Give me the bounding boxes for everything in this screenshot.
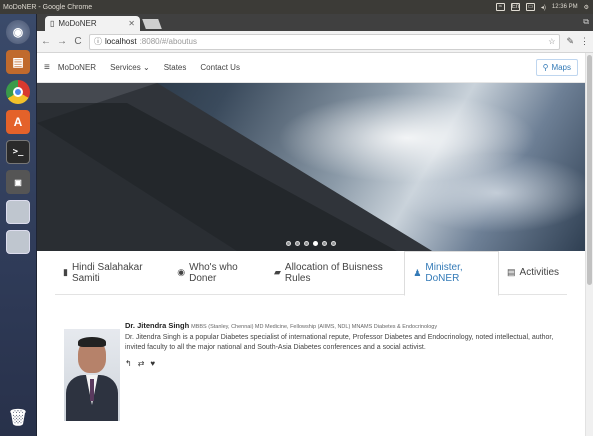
toolbar: ← → C ⓘ localhost:8080/#/aboutus ☆ ✎ ⋮	[37, 31, 593, 53]
reload-icon[interactable]: C	[73, 36, 83, 47]
url-host: localhost	[105, 37, 137, 46]
retweet-icon[interactable]: ⇄	[138, 358, 145, 370]
chrome-icon[interactable]	[6, 80, 30, 104]
page-icon: ▯	[50, 19, 55, 28]
scrollbar-thumb[interactable]	[587, 55, 592, 285]
software-center-icon[interactable]: A	[6, 110, 30, 134]
tab-label: Hindi Salahakar Samiti	[71, 261, 143, 284]
page-scrollbar[interactable]	[585, 53, 593, 436]
drive-icon[interactable]	[6, 230, 30, 254]
hero-image	[37, 83, 432, 251]
services-dropdown[interactable]: Services ⌄	[110, 63, 150, 72]
maps-label: Maps	[551, 63, 571, 72]
trash-icon[interactable]: 🗑	[6, 406, 30, 430]
tab-who-s-who-doner[interactable]: ◉ Who's who Doner	[169, 251, 266, 295]
minister-description: Dr. Jitendra Singh is a popular Diabetes…	[125, 334, 554, 352]
carousel-dot[interactable]	[286, 241, 291, 246]
reply-icon[interactable]: ↰	[125, 358, 132, 370]
carousel-dot[interactable]	[304, 241, 309, 246]
volume-icon[interactable]: ◂)	[541, 4, 546, 11]
os-top-panel: MoDoNER - Google Chrome ≈ En ▭ ◂) 12:36 …	[0, 0, 593, 14]
chevron-down-icon: ⌄	[143, 63, 150, 72]
ubuntu-dash-icon[interactable]: ◉	[6, 20, 30, 44]
extension-icon[interactable]: ✎	[566, 36, 574, 47]
terminal-icon[interactable]: >_	[6, 140, 30, 164]
carousel-indicators	[37, 241, 585, 246]
tab-label: Activities	[519, 267, 559, 278]
tab-label: Who's who Doner	[189, 261, 238, 284]
bookmark-star-icon[interactable]: ☆	[548, 37, 555, 46]
carousel-dot[interactable]	[313, 241, 318, 246]
heart-icon[interactable]: ♥	[150, 358, 155, 370]
hero-carousel[interactable]	[37, 83, 585, 251]
tab-label: Minister, DoNER	[425, 262, 463, 284]
back-icon[interactable]: ←	[41, 36, 51, 47]
new-tab-button[interactable]	[142, 19, 162, 29]
url-path: :8080/#/aboutus	[139, 37, 197, 46]
tab-activities[interactable]: ▤ Activities	[499, 251, 567, 295]
carousel-dot[interactable]	[322, 241, 327, 246]
browser-tab-title: MoDoNER	[58, 19, 97, 28]
tab-strip: ▯ MoDoNER ✕ ⧉	[37, 14, 593, 31]
unity-launcher: ◉ ▤ A >_ ▣ 🗑	[0, 14, 37, 436]
maps-button[interactable]: ⚲ Maps	[535, 59, 578, 76]
eye-icon: ◉	[177, 267, 186, 277]
tab-allocation-of-buisness-rules[interactable]: ▰ Allocation of Buisness Rules	[266, 251, 404, 295]
document-icon: ▤	[507, 267, 516, 277]
window-restore-icon[interactable]: ⧉	[583, 17, 589, 27]
minister-name: Dr. Jitendra Singh	[125, 321, 190, 330]
brand-link[interactable]: MoDoNER	[58, 63, 96, 72]
menu-icon[interactable]: ⋮	[580, 36, 589, 47]
book-icon: ▮	[63, 267, 68, 277]
close-tab-icon[interactable]: ✕	[128, 19, 135, 28]
minister-bio: Dr. Jitendra Singh MBBS (Stanley, Chenna…	[125, 321, 575, 370]
clock[interactable]: 12:36 PM	[552, 4, 578, 10]
drive-icon[interactable]	[6, 200, 30, 224]
info-tabs: ▮ Hindi Salahakar Samiti ◉ Who's who Doner ▰…	[55, 250, 567, 296]
minister-panel: Dr. Jitendra Singh MBBS (Stanley, Chenna…	[37, 295, 585, 435]
app-icon[interactable]: ▣	[6, 170, 30, 194]
action-icons: ↰ ⇄ ♥	[125, 358, 575, 370]
files-icon[interactable]: ▤	[6, 50, 30, 74]
carousel-dot[interactable]	[331, 241, 336, 246]
settings-gear-icon[interactable]: ⚙	[584, 4, 589, 11]
briefcase-icon: ▰	[273, 267, 281, 277]
map-marker-icon: ⚲	[542, 63, 549, 72]
carousel-dot[interactable]	[295, 241, 300, 246]
site-navbar: ≡ MoDoNER Services ⌄ States Contact Us ⚲…	[37, 53, 585, 83]
window-title: MoDoNER - Google Chrome	[3, 3, 93, 11]
forward-icon[interactable]: →	[57, 36, 67, 47]
keyboard-layout-indicator[interactable]: En	[510, 3, 520, 11]
hamburger-menu-icon[interactable]: ≡	[44, 62, 50, 73]
tab-hindi-salahakar-samiti[interactable]: ▮ Hindi Salahakar Samiti	[55, 251, 169, 295]
address-bar[interactable]: ⓘ localhost:8080/#/aboutus ☆	[89, 33, 561, 50]
tab-label: Allocation of Buisness Rules	[284, 261, 383, 284]
services-label: Services	[110, 63, 141, 72]
contact-us-link[interactable]: Contact Us	[200, 63, 240, 72]
tab-minister-doner[interactable]: ♟ Minister, DoNER	[404, 250, 500, 296]
info-icon[interactable]: ⓘ	[94, 36, 102, 47]
battery-icon[interactable]: ▭	[525, 3, 535, 11]
user-icon: ♟	[413, 267, 422, 278]
panel-indicators: ≈ En ▭ ◂) 12:36 PM ⚙	[495, 3, 593, 11]
browser-window: ▯ MoDoNER ✕ ⧉ ← → C ⓘ localhost:8080/#/a…	[37, 14, 593, 436]
minister-qualifications: MBBS (Stanley, Chennai) MD Medicine, Fel…	[191, 324, 438, 330]
browser-tab[interactable]: ▯ MoDoNER ✕	[45, 16, 140, 31]
web-page: ≡ MoDoNER Services ⌄ States Contact Us ⚲…	[37, 53, 585, 436]
states-link[interactable]: States	[164, 63, 187, 72]
minister-photo	[64, 329, 120, 421]
wifi-icon[interactable]: ≈	[495, 3, 505, 11]
